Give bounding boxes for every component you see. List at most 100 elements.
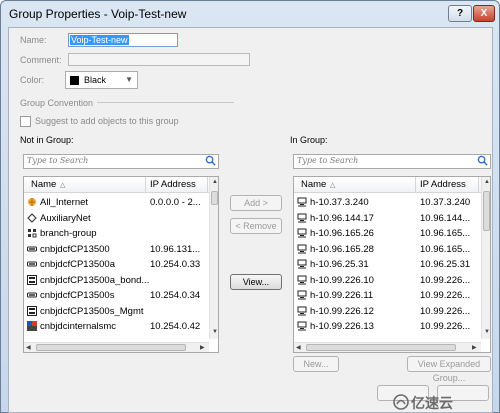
column-divider[interactable] [207, 177, 208, 193]
column-divider[interactable] [415, 177, 416, 193]
list-item[interactable]: h-10.96.144.17 10.96.144... [294, 211, 490, 226]
list-item[interactable]: cnbjdcinternalsmc 10.254.0.42 [24, 319, 218, 334]
host-icon [297, 290, 307, 300]
horizontal-scrollbar[interactable]: ◀ ▶ [24, 342, 209, 352]
list-item[interactable]: h-10.99.226.13 10.99.226... [294, 319, 490, 334]
window-title: Group Properties - Voip-Test-new [9, 7, 187, 21]
column-header-name[interactable]: Name [301, 179, 326, 190]
network-object-icon [27, 212, 37, 223]
item-ip-address: 10.96.165... [420, 228, 471, 239]
internet-icon [27, 197, 37, 207]
item-name: h-10.96.144.17 [310, 212, 374, 224]
list-header: Name △ IP Address [24, 177, 218, 193]
not-in-group-search-input[interactable]: Type to Search [23, 154, 219, 169]
scroll-left-icon[interactable]: ◀ [296, 344, 301, 351]
column-header-ip[interactable]: IP Address [150, 179, 196, 190]
not-in-group-label: Not in Group: [20, 135, 74, 145]
item-name: All_Internet [40, 197, 89, 208]
chevron-down-icon: ▼ [125, 75, 133, 84]
scroll-right-icon[interactable]: ▶ [472, 344, 477, 351]
list-item[interactable]: cnbjdcfCP13500s_Mgmt [24, 304, 218, 319]
horizontal-scrollbar[interactable]: ◀ ▶ [294, 342, 481, 352]
title-bar[interactable]: Group Properties - Voip-Test-new ? X [1, 1, 499, 27]
host-icon [297, 321, 307, 331]
list-item[interactable]: h-10.99.226.12 10.99.226... [294, 304, 490, 319]
list-item[interactable]: h-10.99.226.11 10.99.226... [294, 288, 490, 303]
column-divider[interactable] [478, 177, 479, 193]
scroll-thumb[interactable] [306, 344, 456, 351]
item-name: h-10.99.226.10 [310, 274, 374, 286]
item-name: cnbjdcfCP13500s_Mgmt [40, 305, 144, 317]
list-item[interactable]: All_Internet 0.0.0.0 - 2... [24, 195, 218, 210]
item-ip-address: 10.99.226... [420, 274, 471, 286]
scroll-thumb[interactable] [36, 344, 186, 351]
comment-label: Comment: [20, 55, 62, 65]
list-item[interactable]: h-10.96.165.28 10.96.165... [294, 242, 490, 257]
internal-icon [27, 321, 37, 331]
list-item[interactable]: h-10.99.226.10 10.99.226... [294, 273, 490, 288]
scroll-left-icon[interactable]: ◀ [26, 344, 31, 351]
column-divider[interactable] [145, 177, 146, 193]
host-icon [297, 244, 307, 254]
in-group-search-input[interactable]: Type to Search [293, 154, 491, 169]
list-item[interactable]: cnbjdcfCP13500a 10.254.0.33 [24, 257, 218, 272]
host-icon [297, 275, 307, 285]
suggest-checkbox[interactable] [20, 116, 31, 127]
item-name: cnbjdcinternalsmc [40, 321, 117, 332]
list-item[interactable]: AuxiliaryNet [24, 211, 218, 226]
column-header-name[interactable]: Name [31, 179, 56, 190]
vertical-scrollbar[interactable]: ▲ ▼ [481, 177, 490, 339]
close-button[interactable]: X [473, 5, 495, 22]
gateway-icon [27, 259, 37, 269]
host-icon [297, 306, 307, 316]
list-item[interactable]: h-10.96.25.31 10.96.25.31 [294, 257, 490, 272]
name-input[interactable]: Voip-Test-new [68, 33, 178, 47]
add-button[interactable]: Add > [230, 195, 282, 211]
vertical-scrollbar[interactable]: ▲ ▼ [209, 177, 218, 339]
scroll-down-icon[interactable]: ▼ [484, 329, 490, 335]
item-name: cnbjdcfCP13500a [40, 259, 115, 270]
list-item[interactable]: h-10.96.165.26 10.96.165... [294, 226, 490, 241]
item-ip-address: 10.96.25.31 [420, 259, 471, 270]
host-icon [297, 259, 307, 269]
item-ip-address: 10.254.0.34 [150, 290, 201, 301]
list-item[interactable]: h-10.37.3.240 10.37.3.240 [294, 195, 490, 210]
item-ip-address: 10.96.144... [420, 212, 471, 224]
in-group-list[interactable]: Name △ IP Address h-10.37.3.240 10.37.3.2… [293, 176, 491, 353]
search-icon[interactable] [477, 155, 488, 166]
item-name: cnbjdcfCP13500s [40, 290, 115, 301]
item-ip-address: 10.96.131... [150, 243, 201, 255]
new-button[interactable]: New... [293, 356, 339, 372]
color-select[interactable]: Black ▼ [65, 71, 138, 89]
color-label: Color: [20, 75, 45, 85]
column-header-ip[interactable]: IP Address [420, 179, 466, 190]
scroll-up-icon[interactable]: ▲ [212, 179, 218, 185]
scroll-thumb[interactable] [211, 191, 218, 205]
list-item[interactable]: branch-group [24, 226, 218, 241]
remove-button[interactable]: < Remove [230, 218, 282, 234]
scroll-right-icon[interactable]: ▶ [200, 344, 205, 351]
group-icon [27, 228, 37, 238]
item-name: h-10.96.165.26 [310, 228, 374, 239]
view-button[interactable]: View... [230, 274, 282, 290]
item-name: h-10.96.25.31 [310, 259, 369, 270]
item-name: cnbjdcfCP13500a_bond... [40, 274, 150, 286]
item-name: h-10.96.165.28 [310, 243, 374, 255]
suggest-label: Suggest to add objects to this group [35, 116, 179, 126]
search-icon[interactable] [205, 155, 216, 166]
list-item[interactable]: cnbjdcfCP13500s 10.254.0.34 [24, 288, 218, 303]
help-button[interactable]: ? [448, 5, 472, 22]
scroll-thumb[interactable] [483, 191, 490, 231]
scroll-down-icon[interactable]: ▼ [212, 329, 218, 335]
comment-input[interactable] [68, 53, 250, 66]
item-name: h-10.99.226.11 [310, 290, 374, 301]
host-icon [297, 213, 307, 223]
list-item[interactable]: cnbjdcfCP13500 10.96.131... [24, 242, 218, 257]
list-item[interactable]: cnbjdcfCP13500a_bond... [24, 273, 218, 288]
color-swatch [70, 76, 79, 85]
not-in-group-list[interactable]: Name △ IP Address All_Internet 0.0.0.0 - … [23, 176, 219, 353]
scroll-up-icon[interactable]: ▲ [484, 179, 490, 185]
watermark-logo-icon [393, 394, 409, 410]
host-icon [297, 228, 307, 238]
view-expanded-group-button[interactable]: View Expanded Group... [407, 356, 491, 383]
